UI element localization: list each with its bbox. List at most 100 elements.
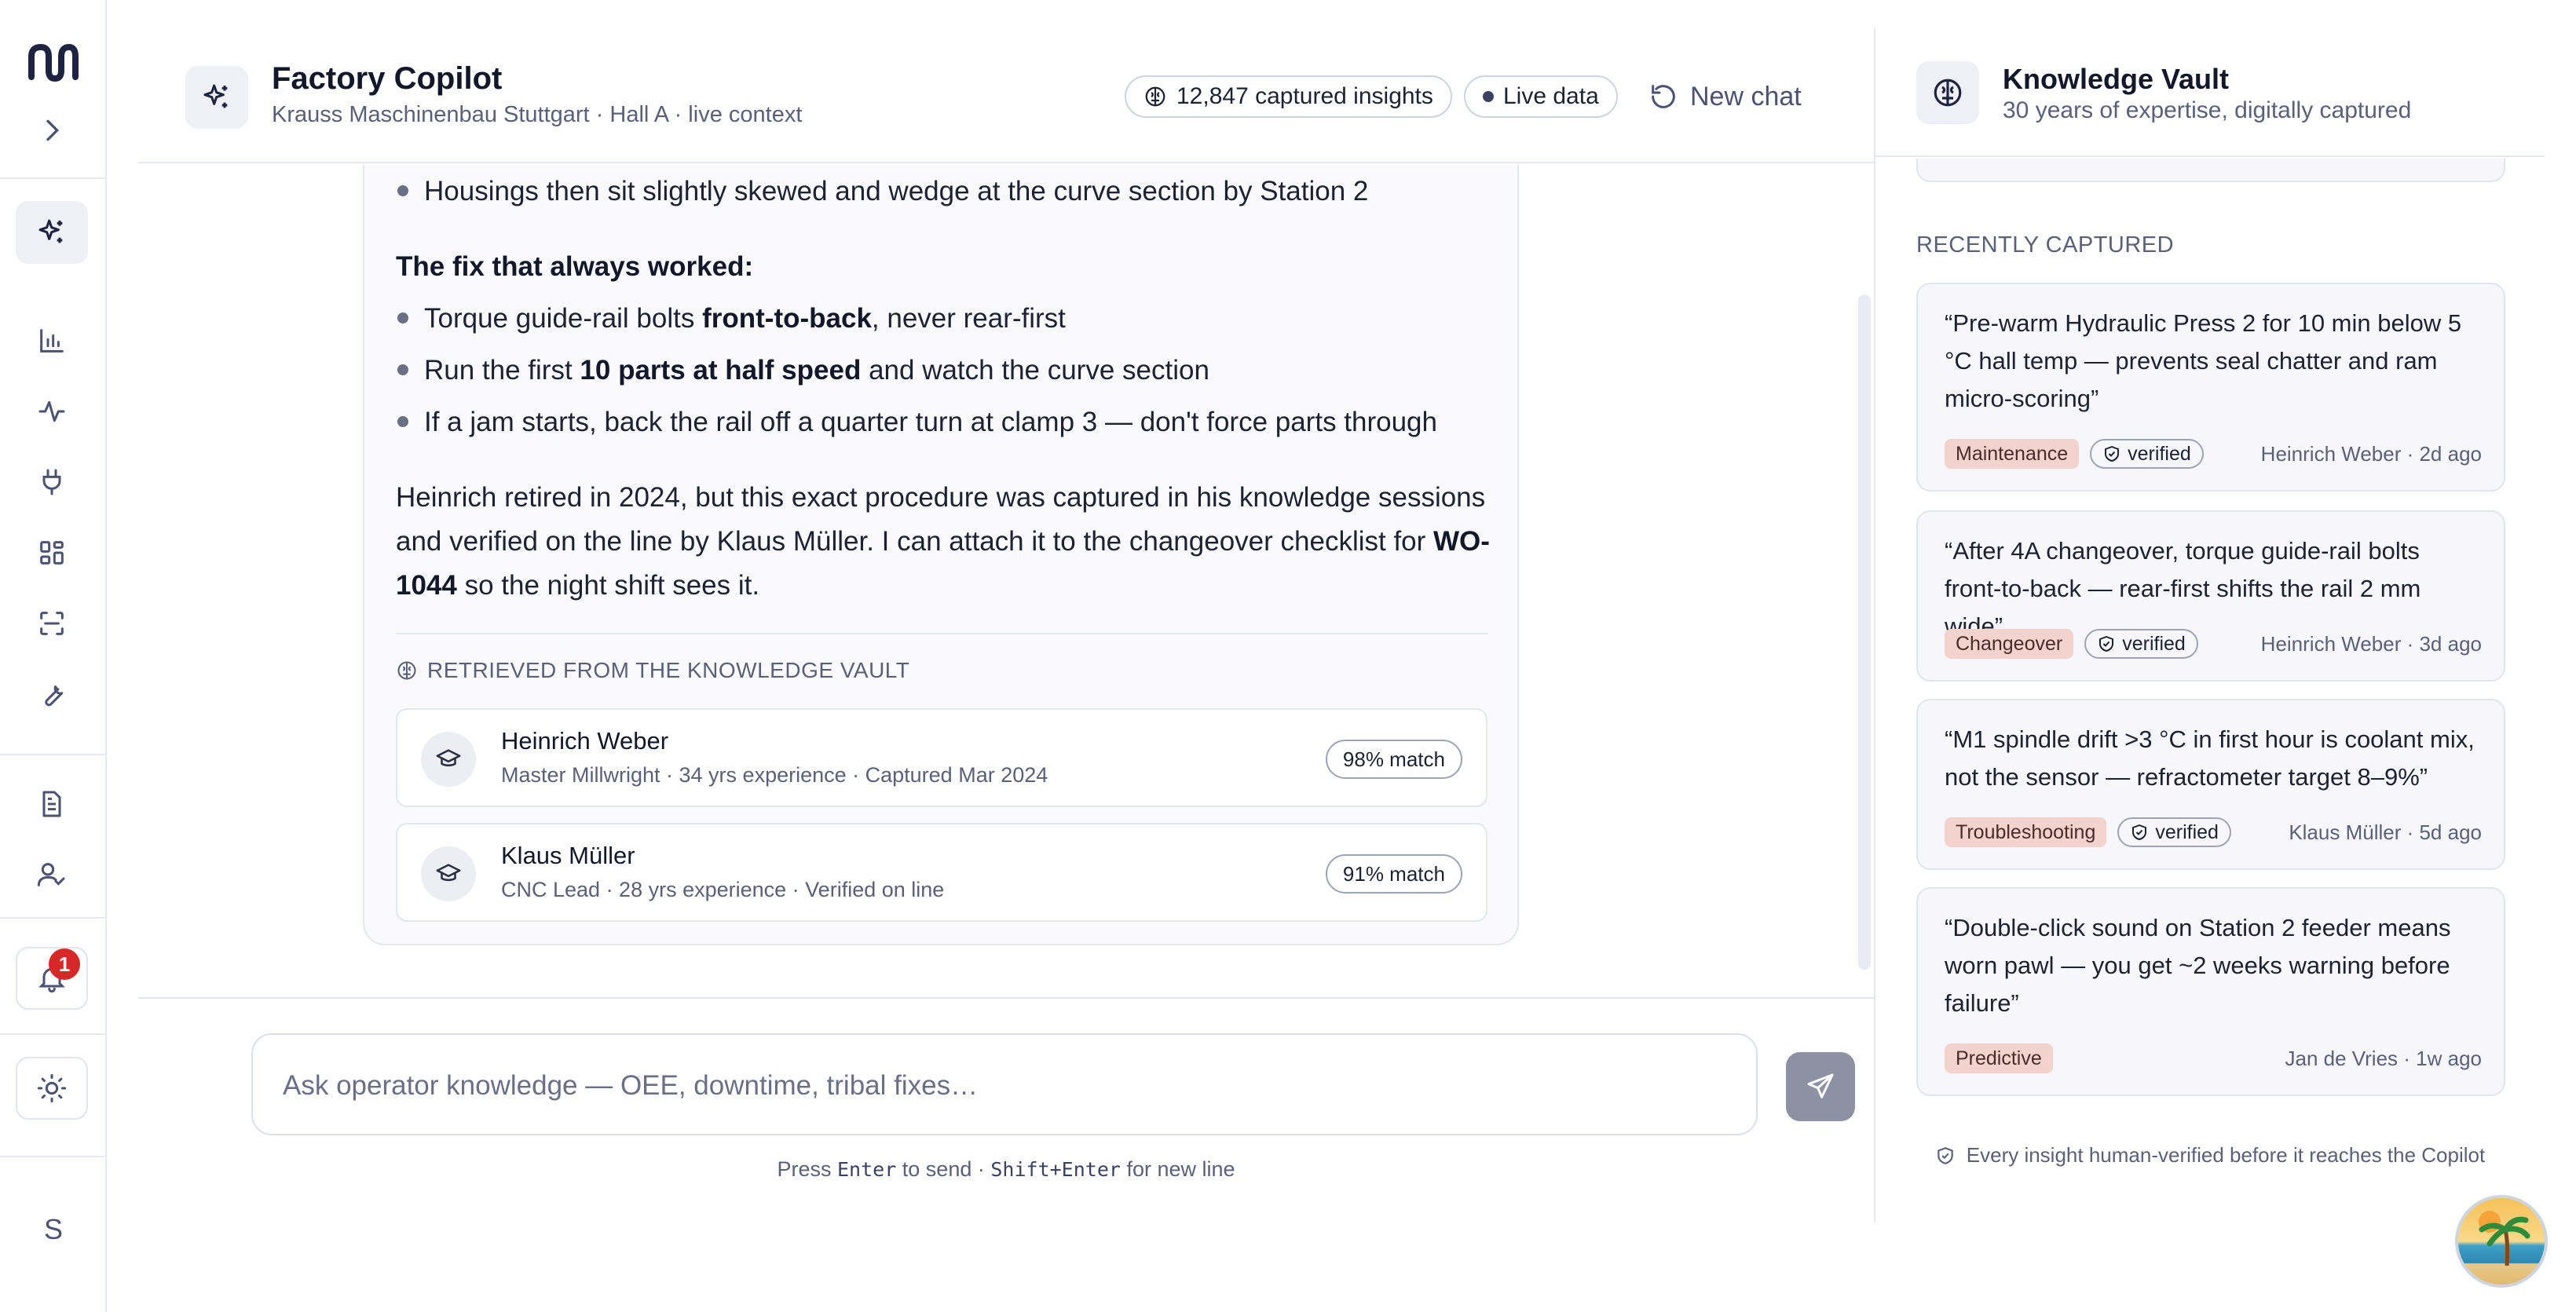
knowledge-vault-panel: Knowledge Vault 30 years of expertise, d…	[1874, 28, 2545, 1222]
nav-scan[interactable]	[16, 592, 88, 655]
composer-hint: Press Enter to send · Shift+Enter for ne…	[777, 1157, 1235, 1181]
source-meta: CNC Lead · 28 yrs experience · Verified …	[501, 878, 945, 901]
sparkles-icon	[38, 219, 63, 243]
fix-bullet-2: Run the first 10 parts at half speed and…	[396, 349, 1209, 393]
chat-scroll-area[interactable]: Housings then sit slightly skewed and we…	[138, 165, 1874, 997]
insight-quote: “Pre-warm Hydraulic Press 2 for 10 min b…	[1945, 309, 2462, 412]
shield-check-icon	[2132, 824, 2147, 840]
send-icon	[1807, 1073, 1834, 1098]
new-chat-button[interactable]: New chat	[1648, 75, 1802, 118]
insight-author: Klaus Müller · 5d ago	[2289, 820, 2482, 844]
nav-monitoring[interactable]	[16, 380, 88, 443]
new-chat-label: New chat	[1690, 81, 1802, 111]
page-title: Factory Copilot	[272, 61, 503, 96]
shield-check-icon	[2099, 636, 2114, 652]
assistant-message: Housings then sit slightly skewed and we…	[363, 165, 1519, 945]
nav-copilot[interactable]	[16, 201, 88, 264]
live-indicator-dot	[1483, 91, 1494, 102]
expand-sidebar-button[interactable]	[16, 99, 88, 162]
insight-author: Jan de Vries · 1w ago	[2285, 1046, 2482, 1070]
vault-stats-card	[1916, 159, 2505, 182]
app-logo[interactable]	[27, 39, 80, 86]
graduation-cap-icon	[436, 864, 461, 882]
insights-count-label: 12,847 captured insights	[1176, 83, 1433, 109]
source-card[interactable]: Heinrich Weber Master Millwright · 34 yr…	[396, 708, 1487, 807]
copilot-main: Factory Copilot Krauss Maschinenbau Stut…	[138, 0, 1874, 1312]
verified-badge: verified	[2117, 817, 2231, 847]
fix-bullet-1: Torque guide-rail bolts front-to-back, n…	[396, 297, 1066, 341]
vault-icon	[1916, 61, 1979, 124]
grid-icon	[40, 541, 64, 565]
theme-toggle[interactable]	[16, 1057, 88, 1120]
vault-footer-note: Every insight human-verified before it r…	[1875, 1143, 2545, 1168]
recently-captured-heading: RECENTLY CAPTURED	[1916, 232, 2175, 258]
insight-quote: “M1 spindle drift >3 °C in first hour is…	[1945, 725, 2475, 791]
shield-check-icon	[1937, 1146, 1953, 1164]
activity-icon	[38, 400, 65, 422]
vault-header: Knowledge Vault 30 years of expertise, d…	[1875, 28, 2545, 157]
user-avatar[interactable]: S	[0, 1213, 107, 1246]
category-tag: Predictive	[1945, 1043, 2053, 1073]
nav-dashboard[interactable]	[16, 521, 88, 584]
source-meta: Master Millwright · 34 yrs experience · …	[501, 763, 1048, 787]
notification-badge: 1	[49, 948, 80, 980]
category-tag: Troubleshooting	[1945, 817, 2107, 847]
chat-scrollbar[interactable]	[1858, 294, 1871, 970]
message-input[interactable]	[283, 1058, 1571, 1113]
verified-badge: verified	[2084, 629, 2198, 659]
nav-operators[interactable]	[16, 843, 88, 906]
palm-island-icon	[2479, 1211, 2530, 1266]
message-bullet: Housings then sit slightly skewed and we…	[396, 170, 1368, 214]
copilot-app-icon	[185, 66, 248, 129]
message-composer	[251, 1033, 1855, 1135]
sun-icon	[37, 1073, 67, 1103]
insights-count-pill[interactable]: 12,847 captured insights	[1125, 75, 1452, 118]
source-name: Heinrich Weber	[501, 727, 669, 755]
source-name: Klaus Müller	[501, 842, 635, 869]
graduation-cap-icon	[436, 749, 461, 767]
message-paragraph: Heinrich retired in 2024, but this exact…	[396, 482, 1490, 601]
wrench-icon	[45, 685, 64, 707]
category-tag: Maintenance	[1945, 439, 2080, 469]
insight-card[interactable]: “Double-click sound on Station 2 feeder …	[1916, 887, 2505, 1096]
send-button[interactable]	[1786, 1052, 1855, 1121]
plug-icon	[42, 469, 61, 495]
category-tag: Changeover	[1945, 629, 2074, 659]
assistant-avatar-button[interactable]	[2455, 1195, 2548, 1288]
vault-subtitle: 30 years of expertise, digitally capture…	[2003, 97, 2412, 123]
insight-card[interactable]: “Pre-warm Hydraulic Press 2 for 10 min b…	[1916, 283, 2505, 492]
document-icon	[42, 791, 61, 817]
source-avatar	[421, 732, 476, 787]
brain-icon	[1145, 86, 1165, 107]
verified-badge: verified	[2090, 439, 2204, 469]
shield-check-icon	[2105, 446, 2120, 462]
vault-title: Knowledge Vault	[2003, 63, 2230, 95]
scan-icon	[40, 612, 64, 635]
nav-maintenance[interactable]	[16, 663, 88, 725]
live-data-pill[interactable]: Live data	[1464, 75, 1618, 118]
insight-card[interactable]: “After 4A changeover, torque guide-rail …	[1916, 510, 2505, 682]
fix-heading: The fix that always worked:	[396, 251, 754, 282]
page-subtitle: Krauss Maschinenbau Stuttgart · Hall A ·…	[272, 102, 803, 127]
insight-author: Heinrich Weber · 3d ago	[2260, 631, 2482, 656]
fix-bullet-3: If a jam starts, back the rail off a qua…	[396, 400, 1437, 444]
source-card[interactable]: Klaus Müller CNC Lead · 28 yrs experienc…	[396, 823, 1487, 922]
live-data-label: Live data	[1503, 83, 1599, 109]
brain-icon	[1934, 79, 1962, 107]
chat-header: Factory Copilot Krauss Maschinenbau Stut…	[138, 0, 1874, 163]
match-badge: 91% match	[1325, 854, 1462, 894]
nav-integrations[interactable]	[16, 451, 88, 513]
left-rail: 1 S	[0, 0, 107, 1312]
refresh-icon	[1652, 85, 1675, 108]
insight-card[interactable]: “M1 spindle drift >3 °C in first hour is…	[1916, 699, 2505, 870]
notifications-button[interactable]: 1	[16, 947, 88, 1010]
brain-icon	[397, 661, 416, 680]
user-check-icon	[37, 863, 65, 886]
nav-analytics[interactable]	[16, 309, 88, 372]
retrieved-heading: RETRIEVED FROM THE KNOWLEDGE VAULT	[396, 658, 909, 683]
insight-author: Heinrich Weber · 2d ago	[2260, 441, 2482, 466]
nav-documents[interactable]	[16, 773, 88, 835]
sparkles-icon	[203, 84, 228, 108]
insight-quote: “Double-click sound on Station 2 feeder …	[1945, 914, 2451, 1017]
match-badge: 98% match	[1325, 740, 1462, 779]
